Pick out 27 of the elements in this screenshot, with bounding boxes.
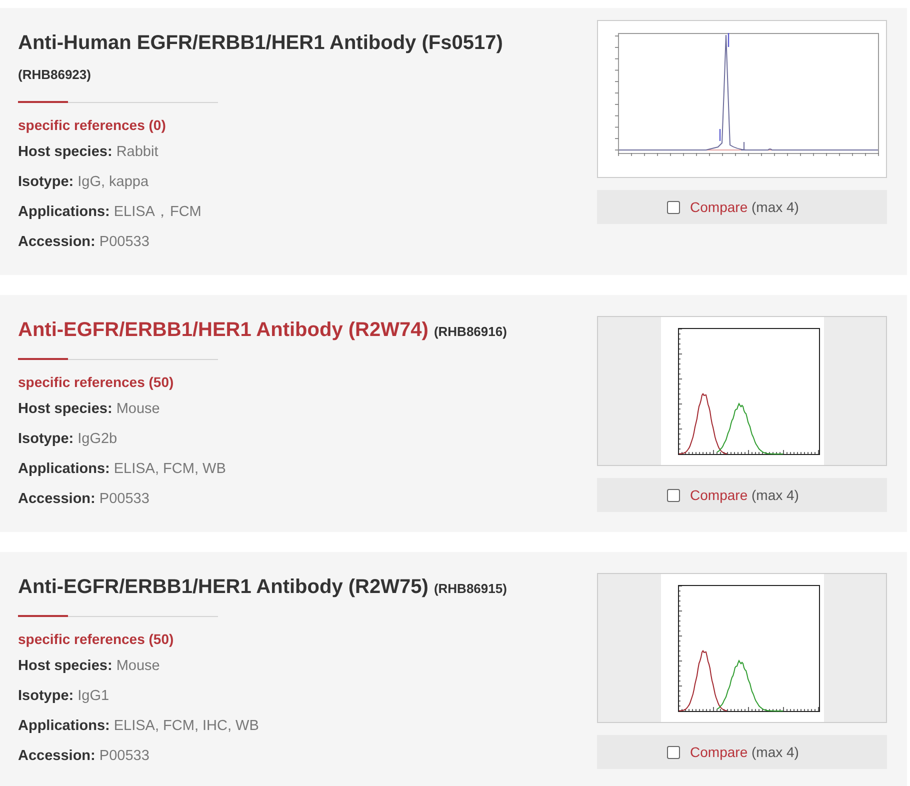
compare-checkbox[interactable] [667, 200, 680, 214]
product-spec-text: Host species: Mouse [18, 400, 161, 419]
product-spec-text: Isotype: IgG2b [18, 430, 118, 449]
compare-toggle[interactable]: Compare (max 4) [597, 478, 887, 512]
compare-checkbox[interactable] [667, 746, 680, 758]
product-spec-text: Applications: ELISA, FCM, WB [18, 460, 227, 479]
product-title-link[interactable]: Anti-EGFR/ERBB1/HER1 Antibody (R2W74) [18, 319, 428, 341]
product-spec-text: Applications: ELISA, FCM, IHC, WB [18, 717, 260, 736]
catalog-number: (RHB86915) [434, 581, 507, 596]
product-spec-text: Applications: ELISA，FCM [18, 203, 202, 222]
product-title-link[interactable]: Anti-Human EGFR/ERBB1/HER1 Antibody (Fs0517) [18, 32, 503, 54]
compare-toggle[interactable]: Compare (max 4) [597, 735, 887, 769]
catalog-number: (RHB86916) [434, 324, 507, 339]
references-link[interactable]: specific references (50) [18, 627, 174, 651]
product-spec-text: Isotype: IgG1 [18, 687, 110, 706]
product-spec-text: Isotype: IgG, kappa [18, 173, 150, 192]
compare-checkbox[interactable] [667, 488, 680, 502]
compare-toggle[interactable]: Compare (max 4) [597, 190, 887, 224]
product-title-link[interactable]: Anti-EGFR/ERBB1/HER1 Antibody (R2W75) [18, 576, 428, 598]
product-spec-text: Accession: P00533 [18, 747, 150, 766]
product-spec-text: Accession: P00533 [18, 490, 150, 509]
product-spec-text: Host species: Mouse [18, 657, 161, 676]
references-link[interactable]: specific references (0) [18, 113, 166, 137]
product-spec-text: Accession: P00533 [18, 233, 150, 252]
references-link[interactable]: specific references (50) [18, 370, 174, 394]
catalog-number: (RHB86923) [18, 67, 91, 82]
product-spec-text: Host species: Rabbit [18, 143, 160, 162]
